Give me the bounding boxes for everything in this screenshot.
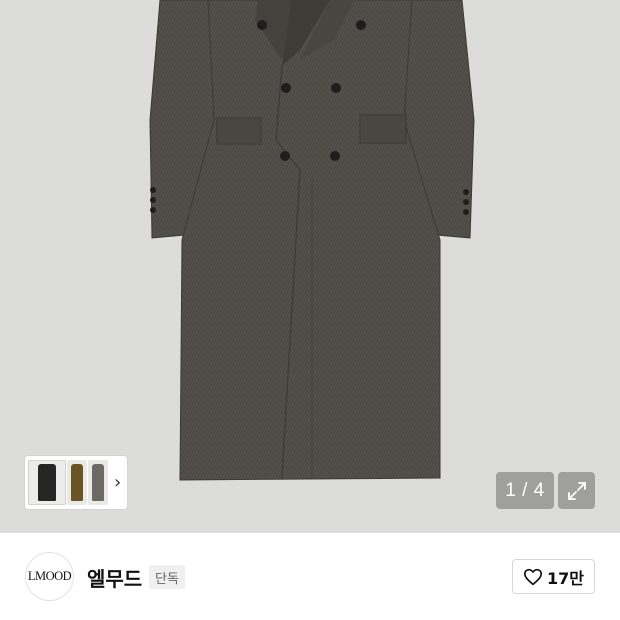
color-thumb-gray[interactable]: [88, 460, 108, 505]
image-page-counter: 1 / 4: [496, 472, 554, 509]
brand-logo-text: LMOOD: [27, 569, 72, 583]
brand-name[interactable]: 엘무드: [87, 563, 142, 592]
exclusive-badge: 단독: [149, 565, 185, 589]
like-button[interactable]: 17만: [512, 559, 595, 594]
color-thumbnail-strip[interactable]: ›: [25, 456, 127, 509]
coat-thumbnail-black: [38, 464, 56, 501]
expand-icon: [567, 481, 586, 500]
brand-logo[interactable]: LMOOD: [25, 552, 74, 601]
coat-thumbnail-gray: [92, 464, 104, 501]
color-thumb-black[interactable]: [28, 460, 66, 505]
product-image: [149, 0, 475, 481]
color-thumb-brown[interactable]: [67, 460, 87, 505]
expand-button[interactable]: [558, 472, 595, 509]
chevron-right-icon[interactable]: ›: [114, 473, 121, 492]
heart-icon: [523, 568, 542, 585]
like-count: 17만: [547, 568, 584, 588]
product-image-gallery[interactable]: › 1 / 4: [0, 0, 620, 533]
brand-bar: LMOOD 엘무드 단독 17만: [0, 533, 620, 620]
coat-thumbnail-brown: [71, 464, 83, 501]
product-page: › 1 / 4 LMOOD 엘무드 단독 17만: [0, 0, 620, 620]
